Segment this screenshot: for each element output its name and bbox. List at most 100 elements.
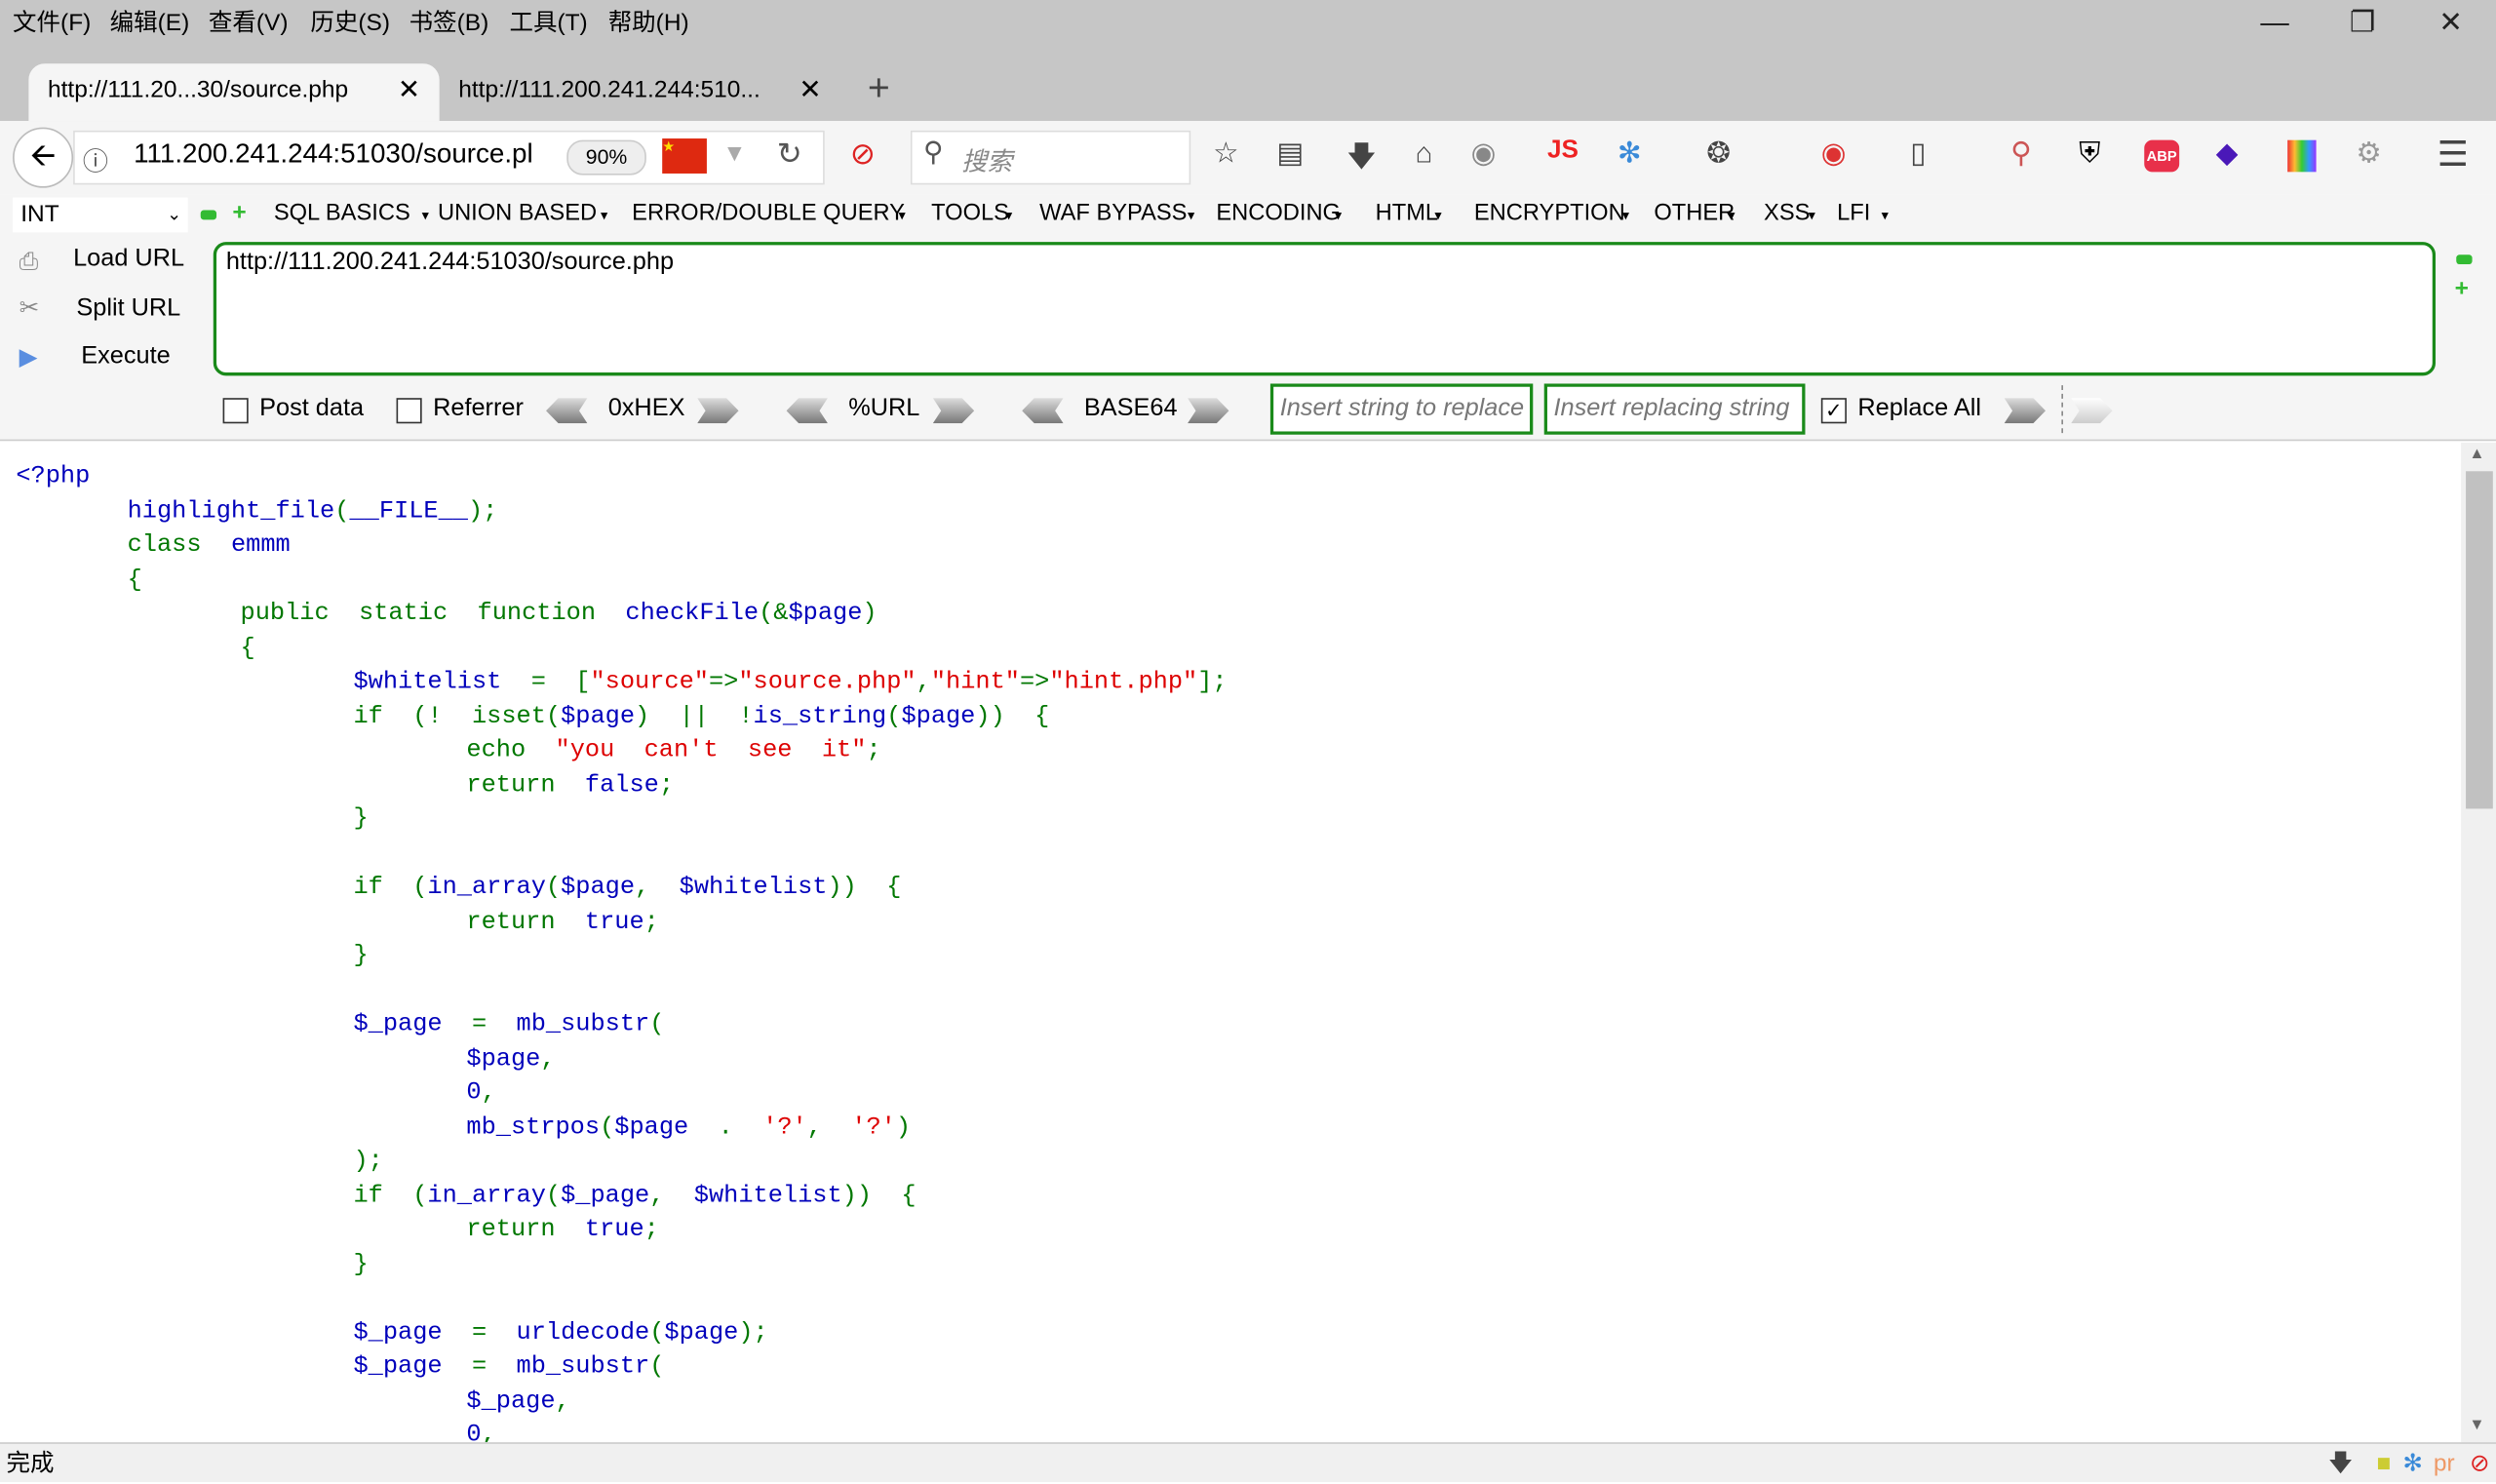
info-icon[interactable]: ⓘ (83, 140, 108, 178)
execute-icon: ▶ (19, 343, 38, 371)
diamond-icon[interactable]: ◆ (2216, 137, 2239, 170)
code-line: ); (353, 1147, 382, 1180)
post-data-checkbox[interactable] (222, 398, 249, 424)
dropdown-icon[interactable]: ▼ (722, 140, 746, 168)
globe-icon[interactable]: ◉ (1471, 137, 1497, 170)
code-line: return false; (466, 769, 674, 802)
load-url-button[interactable]: Load URL (73, 245, 184, 273)
code-token: => (708, 667, 739, 696)
extension-icon[interactable]: ■ (2377, 1444, 2392, 1484)
hamburger-menu-icon[interactable]: ☰ (2438, 134, 2469, 175)
replace-all-checkbox[interactable]: ✓ (1820, 398, 1847, 424)
reading-list-icon[interactable]: ▤ (1276, 137, 1304, 170)
menu-file[interactable]: 文件(F) (13, 5, 91, 38)
hackbar-menu-tools[interactable]: TOOLS (931, 201, 1009, 226)
code-token: $_page (561, 1180, 650, 1210)
pr-icon[interactable]: pr (2434, 1444, 2455, 1484)
code-token: ; (658, 769, 675, 799)
search-highlight-icon[interactable]: ⚲ (2010, 137, 2032, 170)
code-line: public static function checkFile(&$page) (241, 599, 878, 632)
code-line: } (353, 804, 368, 838)
code-line: if (! isset($page) || !is_string($page))… (353, 701, 1049, 734)
code-line: <?php (16, 461, 90, 494)
split-url-button[interactable]: Split URL (76, 294, 180, 323)
hackbar-menu-error-double-query[interactable]: ERROR/DOUBLE QUERY (632, 201, 905, 226)
replace-string-input[interactable]: Insert string to replace (1269, 383, 1534, 435)
status-text: 完成 (6, 1450, 55, 1478)
tab-source[interactable]: http://111.20...30/source.php ✕ (28, 63, 440, 122)
download-icon[interactable]: 🡇 (1346, 137, 1376, 184)
code-token: if ( (353, 1180, 428, 1210)
scroll-down-icon[interactable]: ▼ (2469, 1417, 2484, 1434)
hackbar-menu-waf-bypass[interactable]: WAF BYPASS (1039, 201, 1187, 226)
code-token: in_array (427, 872, 546, 902)
code-token: , (649, 1180, 694, 1210)
close-icon[interactable]: ✕ (398, 63, 420, 118)
responsive-icon[interactable]: ▯ (1910, 137, 1926, 170)
cookie-icon[interactable]: ❂ (1706, 137, 1731, 170)
zoom-level[interactable]: 90% (566, 139, 646, 176)
shrink-icon[interactable] (2456, 254, 2473, 265)
restore-button[interactable]: ❐ (2350, 7, 2375, 40)
scrollbar-thumb[interactable] (2466, 471, 2493, 809)
tab-second[interactable]: http://111.200.241.244:510... ✕ (440, 63, 840, 121)
hackbar-menu-union-based[interactable]: UNION BASED (438, 201, 597, 226)
scroll-up-icon[interactable]: ▲ (2469, 446, 2484, 463)
hackbar-menu-other[interactable]: OTHER (1654, 201, 1735, 226)
noscript-icon[interactable]: ⊘ (850, 137, 876, 174)
download-icon[interactable]: 🡇 (2328, 1444, 2353, 1484)
replacing-string-input[interactable]: Insert replacing string (1543, 383, 1806, 435)
reload-icon[interactable]: ↻ (777, 137, 802, 174)
minimize-button[interactable]: — (2260, 7, 2288, 40)
js-icon[interactable]: JS (1547, 137, 1579, 165)
proxy-icon[interactable]: ✻ (1618, 137, 1642, 170)
select-value: INT (20, 200, 59, 228)
code-token: ; (644, 906, 659, 936)
code-token: ( (334, 495, 350, 525)
noscript-icon[interactable]: ⊘ (2470, 1444, 2490, 1484)
web-developer-icon[interactable]: ◉ (1821, 137, 1847, 170)
hackbar-menu-encoding[interactable]: ENCODING (1216, 201, 1341, 226)
hackbar-menu-encryption[interactable]: ENCRYPTION (1474, 201, 1625, 226)
menu-history[interactable]: 历史(S) (310, 5, 390, 38)
code-token: = (471, 1317, 517, 1347)
code-line: } (353, 941, 368, 974)
hackbar-menu-html[interactable]: HTML (1376, 201, 1438, 226)
shield-w-icon[interactable]: ⛨ (2079, 137, 2100, 170)
hackbar-menu-sql-basics[interactable]: SQL BASICS (274, 201, 410, 226)
home-icon[interactable]: ⌂ (1415, 137, 1432, 170)
menu-help[interactable]: 帮助(H) (608, 5, 689, 38)
execute-button[interactable]: Execute (81, 342, 170, 371)
code-token: , (635, 872, 680, 902)
minus-icon[interactable] (200, 210, 217, 220)
code-token: '?' (762, 1112, 807, 1141)
menu-edit[interactable]: 编辑(E) (110, 5, 190, 38)
star-icon[interactable]: ☆ (1213, 137, 1238, 170)
referrer-checkbox[interactable] (396, 398, 422, 424)
hex-label: 0xHEX (607, 394, 685, 422)
menu-bookmarks[interactable]: 书签(B) (410, 5, 489, 38)
url-textarea[interactable]: http://111.200.241.244:51030/source.php (213, 242, 2437, 376)
close-window-button[interactable]: ✕ (2438, 7, 2463, 40)
rainbow-icon[interactable] (2287, 139, 2317, 173)
code-token: )) { (975, 701, 1050, 730)
expand-icon[interactable]: + (2455, 275, 2469, 302)
search-input[interactable] (910, 130, 1191, 185)
type-select[interactable]: INT ⌄ (13, 197, 188, 233)
close-icon[interactable]: ✕ (799, 63, 821, 118)
abp-icon[interactable]: ABP (2144, 139, 2180, 173)
gear-icon[interactable]: ⚙ (2356, 137, 2381, 170)
proxy-icon[interactable]: ✻ (2402, 1444, 2423, 1484)
back-button[interactable]: 🡨 (13, 127, 74, 188)
hackbar-menu-xss[interactable]: XSS (1764, 201, 1810, 226)
new-tab-button[interactable]: + (868, 67, 890, 112)
hackbar-menu-lfi[interactable]: LFI (1837, 201, 1870, 226)
url-text[interactable]: 111.200.241.244:51030/source.pl (134, 138, 533, 171)
search-placeholder: 搜索 (961, 149, 1013, 177)
menu-view[interactable]: 查看(V) (209, 5, 289, 38)
plus-icon[interactable]: + (232, 199, 246, 226)
dropdown-icon: ▾ (1187, 207, 1195, 223)
code-token: $page (788, 598, 863, 628)
menu-tools[interactable]: 工具(T) (509, 5, 587, 38)
code-token: ) || ! (635, 701, 754, 730)
